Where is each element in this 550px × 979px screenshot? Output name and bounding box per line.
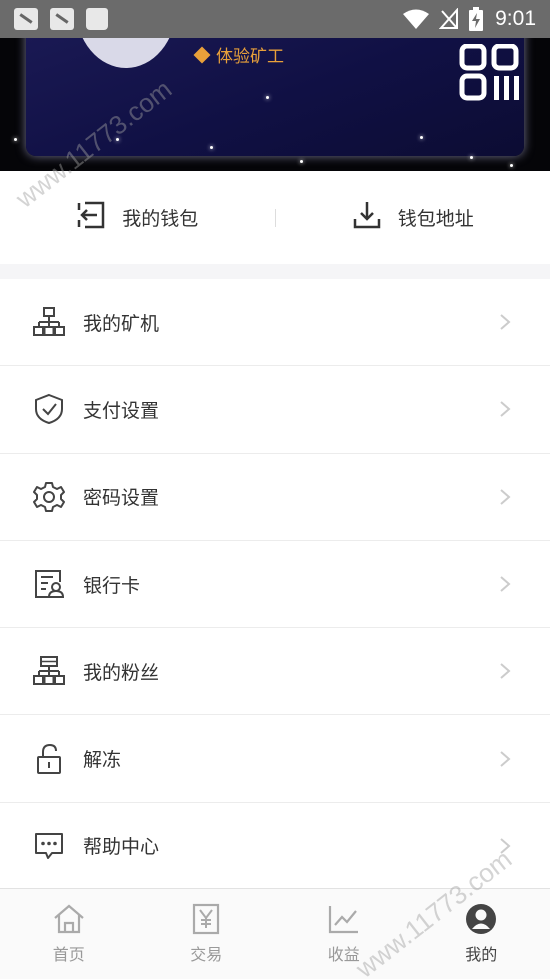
notification-icon — [14, 8, 38, 30]
star-decoration — [420, 136, 423, 139]
wallet-login-icon — [76, 200, 106, 235]
chevron-right-icon — [498, 749, 512, 769]
status-system: 9:01 — [403, 7, 536, 31]
profile-card: 体验矿工 — [26, 38, 524, 156]
hierarchy-icon — [33, 655, 65, 687]
home-icon — [52, 903, 86, 935]
star-decoration — [510, 164, 513, 167]
wallet-actions: 我的钱包 钱包地址 — [0, 171, 550, 264]
menu-item-label: 密码设置 — [83, 487, 160, 510]
notification-icon — [50, 8, 74, 30]
diamond-icon — [193, 46, 211, 63]
bottom-tab-bar: 首页 交易 收益 我的 — [0, 888, 550, 979]
menu-item-password-settings[interactable]: 密码设置 — [0, 454, 550, 541]
star-decoration — [210, 146, 213, 149]
tab-label: 首页 — [52, 945, 85, 964]
chat-icon — [33, 830, 65, 862]
user-level-badge: 体验矿工 — [193, 42, 284, 67]
battery-charging-icon — [469, 7, 484, 31]
menu-item-bank-card[interactable]: 银行卡 — [0, 541, 550, 629]
qr-code-icon[interactable] — [456, 43, 524, 106]
chevron-right-icon — [498, 661, 512, 681]
menu-item-payment-settings[interactable]: 支付设置 — [0, 366, 550, 454]
yen-icon — [189, 903, 223, 935]
star-decoration — [470, 156, 473, 159]
chart-icon — [327, 903, 361, 935]
menu-item-my-fans[interactable]: 我的粉丝 — [0, 628, 550, 716]
gear-icon — [33, 481, 65, 513]
unlock-icon — [33, 743, 65, 775]
menu-item-label: 解冻 — [83, 749, 122, 772]
avatar[interactable] — [76, 38, 176, 68]
tab-trade[interactable]: 交易 — [138, 889, 276, 979]
tab-label: 我的 — [465, 945, 498, 964]
chevron-right-icon — [498, 487, 512, 507]
chevron-right-icon — [498, 574, 512, 594]
profile-banner: 体验矿工 — [0, 38, 550, 171]
menu-item-help-center[interactable]: 帮助中心 — [0, 803, 550, 891]
no-signal-icon — [439, 8, 459, 30]
chevron-right-icon — [498, 312, 512, 332]
user-icon — [464, 903, 498, 935]
user-level-text: 体验矿工 — [216, 47, 284, 67]
wifi-icon — [403, 9, 430, 29]
my-wallet-label: 我的钱包 — [122, 208, 199, 230]
status-time: 9:01 — [495, 7, 536, 30]
tab-earnings[interactable]: 收益 — [275, 889, 413, 979]
status-bar: 9:01 — [0, 0, 550, 38]
tab-label: 交易 — [190, 945, 223, 964]
menu-item-my-miners[interactable]: 我的矿机 — [0, 279, 550, 367]
my-wallet-button[interactable]: 我的钱包 — [0, 171, 275, 264]
menu-item-label: 我的矿机 — [83, 312, 160, 335]
chevron-right-icon — [498, 399, 512, 419]
shield-check-icon — [33, 393, 65, 425]
tab-label: 收益 — [327, 945, 360, 964]
menu-item-label: 银行卡 — [83, 574, 141, 597]
wallet-address-label: 钱包地址 — [397, 208, 474, 230]
status-notifications — [14, 8, 108, 30]
star-decoration — [300, 160, 303, 163]
menu-item-unfreeze[interactable]: 解冻 — [0, 715, 550, 803]
star-decoration — [266, 96, 269, 99]
star-decoration — [116, 138, 119, 141]
settings-menu: 我的矿机 支付设置 密码设置 银行卡 我的粉丝 解冻 帮助中心 — [0, 279, 550, 891]
menu-item-label: 帮助中心 — [83, 836, 160, 859]
wallet-address-button[interactable]: 钱包地址 — [276, 171, 550, 264]
download-icon — [352, 200, 382, 235]
tab-home[interactable]: 首页 — [0, 889, 138, 979]
network-icon — [33, 306, 65, 338]
menu-item-label: 我的粉丝 — [83, 661, 160, 684]
tab-mine[interactable]: 我的 — [413, 889, 550, 979]
shopping-bag-icon — [86, 8, 108, 30]
chevron-right-icon — [498, 836, 512, 856]
id-card-icon — [33, 568, 65, 600]
star-decoration — [14, 138, 17, 141]
menu-item-label: 支付设置 — [83, 399, 160, 422]
